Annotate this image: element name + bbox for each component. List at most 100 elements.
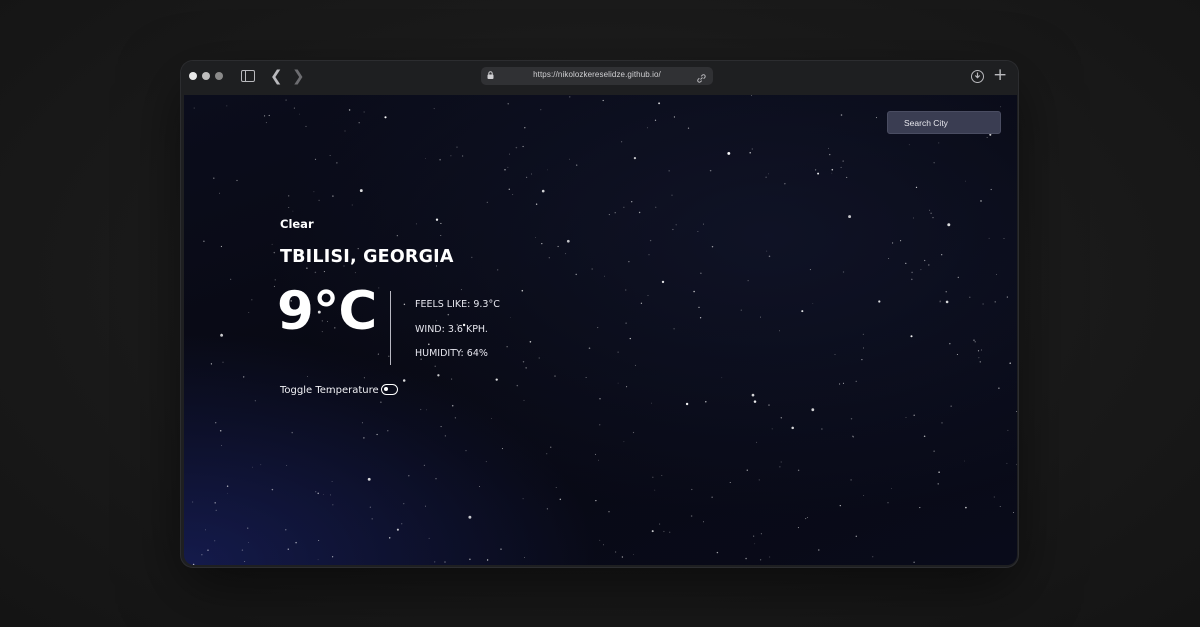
star [524,127,526,129]
star [672,228,674,231]
star [403,303,406,306]
star [753,400,757,403]
star [439,158,441,161]
star [602,99,604,102]
star [905,416,907,418]
search-city-button[interactable]: Search City [887,111,1001,134]
star [323,494,324,495]
star [244,560,246,563]
star [998,387,1000,389]
star [369,506,371,508]
star [293,107,295,109]
star [919,507,921,509]
star [331,556,334,558]
star [555,487,557,488]
new-tab-icon[interactable]: + [993,65,1007,85]
star [768,255,771,258]
address-bar[interactable]: https://nikolozkereselidze.github.io/ [481,67,713,85]
star [358,121,360,124]
star [797,469,800,472]
star [920,269,922,271]
star [251,299,253,301]
star [599,398,601,400]
maximize-window-icon[interactable] [215,72,223,80]
star [440,235,442,236]
star [367,477,371,481]
star [779,330,780,332]
star [461,155,464,157]
star [603,544,605,546]
star [306,267,308,270]
star [435,320,437,322]
star [506,346,508,348]
star [486,559,489,561]
star [500,548,502,550]
star [861,358,863,361]
star [205,529,206,531]
star [332,504,334,506]
star [221,445,222,446]
star [990,188,992,191]
star [693,290,695,293]
star [928,264,930,266]
close-window-icon[interactable] [189,72,197,80]
star [669,531,671,533]
star [945,300,949,304]
star [344,130,346,132]
star [522,145,524,148]
star [444,435,447,437]
star [949,342,951,345]
star [923,435,926,438]
forward-icon[interactable]: ❯ [292,67,305,85]
download-icon[interactable] [971,70,984,83]
star [401,523,403,525]
star [957,276,959,279]
star [248,312,250,313]
star [709,169,712,172]
star [540,109,542,111]
star [507,166,509,168]
star [887,502,889,504]
star [594,453,597,455]
star [271,243,273,245]
star [850,418,853,420]
star [1003,238,1005,239]
star [855,535,857,537]
star [524,557,525,558]
star [288,206,290,209]
star [915,186,918,189]
star [371,518,373,520]
star [687,127,690,129]
star [504,169,506,171]
star [423,464,426,467]
star [522,498,524,500]
star [628,261,630,263]
divider [390,291,391,365]
star [801,310,804,313]
star [387,430,389,432]
star [814,169,817,171]
star [685,402,689,406]
star [274,279,276,281]
star [791,426,794,430]
back-icon[interactable]: ❮ [270,67,283,85]
sidebar-icon[interactable] [241,70,255,82]
star [608,214,610,216]
star [526,176,528,178]
humidity-text: HUMIDITY: 64% [415,348,488,359]
star [193,107,195,109]
star [780,417,783,419]
star [516,384,519,387]
star [753,535,755,537]
star [451,378,453,380]
star [318,199,320,202]
star [226,485,229,487]
star [530,173,533,175]
minimize-window-icon[interactable] [202,72,210,80]
link-icon[interactable] [697,70,706,83]
star [658,102,661,105]
star [1009,362,1011,364]
star [512,193,514,196]
star [950,405,952,407]
temperature-toggle[interactable] [381,384,398,395]
